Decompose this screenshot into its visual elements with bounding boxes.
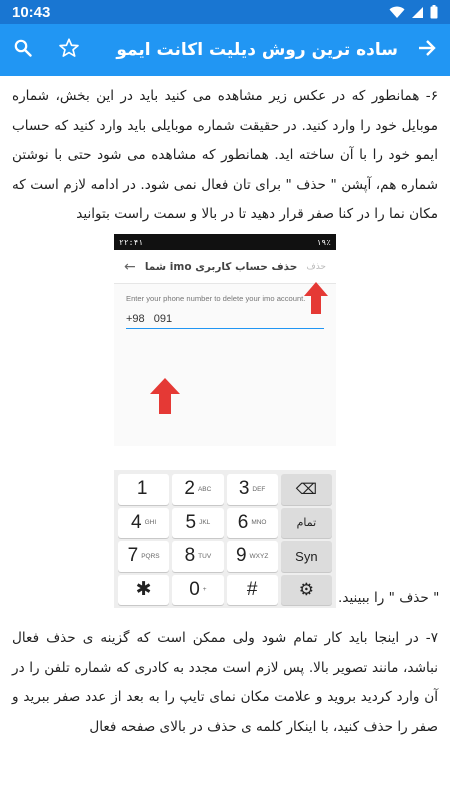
status-bar: 10:43 xyxy=(0,0,450,24)
back-arrow-icon xyxy=(417,39,437,61)
keypad-screenshot: 1 2 ABC 3 DEF ⌫ 4 GHI 5 JKL 6 MNO تمام 7 PQRS … xyxy=(114,470,336,608)
keypad-key-4: 4 GHI xyxy=(118,507,170,538)
search-button[interactable] xyxy=(0,24,46,76)
screenshot-hint: Enter your phone number to delete your i… xyxy=(126,294,306,303)
red-arrow-down-icon xyxy=(150,378,180,414)
screenshot-status-battery: ۱۹٪ xyxy=(316,237,331,247)
keypad-key-8: 8 TUV xyxy=(172,541,224,572)
star-icon xyxy=(58,37,80,63)
screenshot-country-code: +98 xyxy=(126,313,145,325)
keypad-sym-key: Syn xyxy=(280,541,332,572)
screenshot-status-time: ۲۲:۴۱ xyxy=(119,237,144,247)
battery-icon xyxy=(430,5,438,19)
article-paragraph-6: ۶- همانطور که در عکس زیر مشاهده می کنید … xyxy=(12,88,438,223)
keypad-key-5: 5 JKL xyxy=(172,507,224,538)
red-arrow-up-icon xyxy=(304,282,328,314)
screenshot-header: حذف حذف حساب کاربری imo شما ← xyxy=(114,250,336,284)
keypad-hash-key: # xyxy=(226,574,278,605)
app-bar: ساده ترین روش دیلیت اکانت ایمو xyxy=(0,24,450,76)
screenshot-delete-label: حذف xyxy=(306,261,326,272)
article-paragraph-6-end: " حذف " را ببینید. xyxy=(338,590,440,606)
keypad-settings-key: ⚙ xyxy=(280,574,332,605)
screenshot-back-arrow-icon: ← xyxy=(124,258,136,275)
article-paragraph-7: ۷- در اینجا باید کار تمام شود ولی ممکن ا… xyxy=(12,630,438,735)
keypad-key-9: 9 WXYZ xyxy=(226,541,278,572)
search-icon xyxy=(14,39,32,61)
keypad-key-3: 3 DEF xyxy=(226,474,278,505)
keypad-key-7: 7 PQRS xyxy=(118,541,170,572)
keypad-star-key: ✱ xyxy=(118,574,170,605)
keypad-key-1: 1 xyxy=(118,474,170,505)
keypad-backspace-key: ⌫ xyxy=(280,474,332,505)
page-title: ساده ترین روش دیلیت اکانت ایمو xyxy=(116,40,398,60)
imo-delete-screenshot: ۲۲:۴۱ ۱۹٪ حذف حذف حساب کاربری imo شما ← … xyxy=(114,234,336,446)
back-button[interactable] xyxy=(404,24,450,76)
screenshot-header-title: حذف حساب کاربری imo شما xyxy=(144,260,298,273)
wifi-icon xyxy=(389,6,405,19)
keypad-key-2: 2 ABC xyxy=(172,474,224,505)
keypad-done-key: تمام xyxy=(280,507,332,538)
keypad-key-0: 0 + xyxy=(172,574,224,605)
gear-icon: ⚙ xyxy=(298,579,314,599)
screenshot-status-bar: ۲۲:۴۱ ۱۹٪ xyxy=(114,234,336,250)
signal-icon xyxy=(411,6,424,19)
favorite-button[interactable] xyxy=(46,24,92,76)
status-icons xyxy=(389,5,438,19)
article-content: ۶- همانطور که در عکس زیر مشاهده می کنید … xyxy=(0,76,450,800)
screenshot-phone-field: +98 091 xyxy=(126,313,324,329)
status-time: 10:43 xyxy=(12,3,51,21)
keypad-key-6: 6 MNO xyxy=(226,507,278,538)
screenshot-phone-value: 091 xyxy=(153,313,173,325)
